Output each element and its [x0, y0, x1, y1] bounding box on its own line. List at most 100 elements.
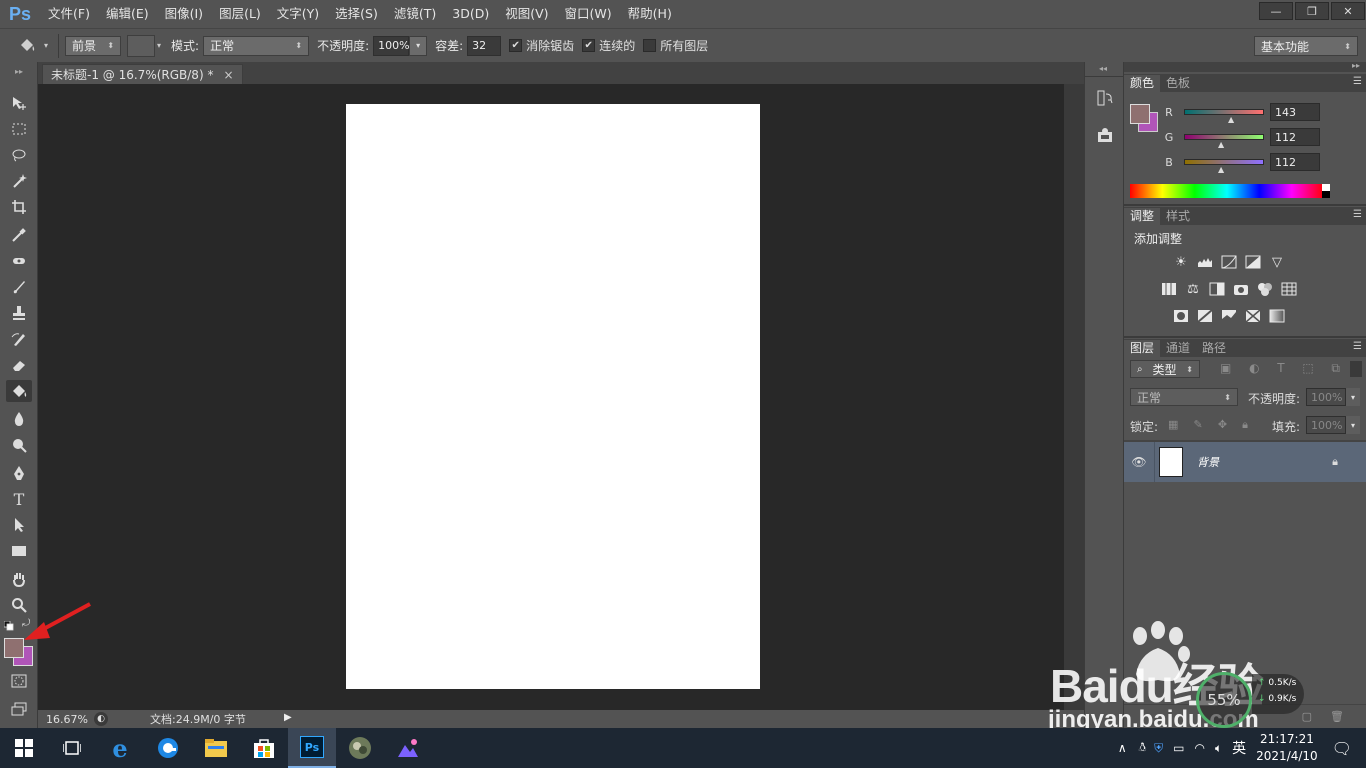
layer-opacity-arrow-icon[interactable]: ▾ — [1346, 388, 1360, 406]
photos-app-icon[interactable] — [336, 728, 384, 768]
all-layers-checkbox[interactable]: 所有图层 — [643, 37, 708, 54]
status-icon[interactable]: ◐ — [94, 712, 108, 726]
tab-swatches[interactable]: 色板 — [1160, 75, 1196, 92]
brightness-icon[interactable]: ☀ — [1172, 254, 1190, 270]
windows-start-icon[interactable] — [0, 728, 48, 768]
image-editor-app-icon[interactable] — [384, 728, 432, 768]
white-swatch[interactable] — [1322, 184, 1330, 191]
tolerance-input[interactable]: 32 — [467, 35, 502, 56]
restore-button[interactable]: ❐ — [1295, 2, 1329, 20]
red-slider[interactable]: ▲ — [1176, 109, 1264, 124]
document-tab[interactable]: 未标题-1 @ 16.7%(RGB/8) * × — [42, 64, 243, 84]
tab-channels[interactable]: 通道 — [1160, 340, 1196, 357]
brush-tool-icon[interactable] — [6, 276, 32, 298]
file-explorer-icon[interactable] — [192, 728, 240, 768]
history-brush-tool-icon[interactable] — [6, 328, 32, 350]
filter-toggle[interactable] — [1350, 361, 1362, 377]
visibility-eye-icon[interactable]: 👁︎ — [1124, 455, 1154, 469]
menu-image[interactable]: 图像(I) — [157, 0, 211, 28]
panel-menu-icon[interactable]: ☰ — [1353, 209, 1362, 220]
black-swatch[interactable] — [1322, 191, 1330, 198]
properties-panel-icon[interactable] — [1095, 126, 1115, 146]
lasso-tool-icon[interactable] — [6, 144, 32, 166]
panel-menu-icon[interactable]: ☰ — [1353, 341, 1362, 352]
menu-edit[interactable]: 编辑(E) — [98, 0, 157, 28]
path-selection-tool-icon[interactable] — [6, 514, 32, 536]
hand-tool-icon[interactable] — [6, 568, 32, 590]
lock-pixels-icon[interactable]: ✎ — [1194, 418, 1203, 432]
qq-icon[interactable]: 🐧︎ — [1139, 740, 1146, 756]
contiguous-checkbox[interactable]: ✔ 连续的 — [582, 37, 635, 54]
red-value-input[interactable]: 143 — [1270, 103, 1320, 121]
minimize-button[interactable]: — — [1259, 2, 1293, 20]
green-slider[interactable]: ▲ — [1176, 134, 1264, 149]
volume-icon[interactable]: 🔈︎ — [1215, 741, 1222, 756]
selective-color-icon[interactable] — [1244, 308, 1262, 324]
network-speed-gauge[interactable]: 55% — [1196, 672, 1252, 728]
menu-layer[interactable]: 图层(L) — [211, 0, 269, 28]
battery-icon[interactable]: ▭ — [1173, 741, 1184, 755]
clone-stamp-tool-icon[interactable] — [6, 302, 32, 324]
panel-menu-icon[interactable]: ☰ — [1353, 76, 1362, 87]
layer-row-background[interactable]: 👁︎ 背景 🔒︎ — [1124, 442, 1366, 482]
collapse-dock-icon[interactable]: ◂◂ — [1099, 64, 1107, 73]
ime-indicator[interactable]: 英 — [1232, 738, 1246, 758]
opacity-input[interactable]: 100% — [373, 35, 410, 56]
layer-opacity-input[interactable]: 100% — [1306, 388, 1346, 406]
collapse-panels-icon[interactable]: ▸▸ — [1352, 61, 1360, 70]
blend-mode-select[interactable]: 正常 ⬍ — [1130, 388, 1238, 406]
clock[interactable]: 21:17:21 2021/4/10 — [1256, 731, 1318, 765]
channel-mixer-icon[interactable] — [1256, 281, 1274, 297]
color-spectrum-bar[interactable] — [1130, 184, 1324, 198]
workspace-select[interactable]: 基本功能 ⬍ — [1254, 36, 1358, 56]
blue-value-input[interactable]: 112 — [1270, 153, 1320, 171]
lock-position-icon[interactable]: ✥ — [1218, 418, 1227, 432]
type-filter-icon[interactable]: T — [1277, 361, 1284, 377]
color-balance-icon[interactable]: ⚖ — [1184, 281, 1202, 297]
close-button[interactable]: ✕ — [1331, 2, 1365, 20]
type-tool-icon[interactable]: T — [6, 488, 32, 510]
history-panel-icon[interactable] — [1095, 88, 1115, 108]
blue-slider[interactable]: ▲ — [1176, 159, 1264, 174]
levels-icon[interactable] — [1196, 254, 1214, 270]
green-value-input[interactable]: 112 — [1270, 128, 1320, 146]
tab-color[interactable]: 颜色 — [1124, 75, 1161, 92]
dodge-tool-icon[interactable] — [6, 434, 32, 456]
adjustment-filter-icon[interactable]: ◐ — [1249, 361, 1259, 377]
menu-select[interactable]: 选择(S) — [327, 0, 386, 28]
vertical-scrollbar[interactable] — [1064, 84, 1084, 710]
foreground-color-swatch[interactable] — [4, 638, 24, 658]
pen-tool-icon[interactable] — [6, 462, 32, 484]
status-menu-arrow-icon[interactable]: ▶ — [284, 712, 292, 723]
marquee-tool-icon[interactable] — [6, 118, 32, 140]
menu-help[interactable]: 帮助(H) — [620, 0, 680, 28]
canvas[interactable] — [346, 104, 760, 689]
close-tab-icon[interactable]: × — [223, 68, 233, 82]
zoom-level[interactable]: 16.67% — [46, 713, 90, 726]
photo-filter-icon[interactable] — [1232, 281, 1250, 297]
paint-bucket-tool-icon[interactable] — [6, 380, 32, 402]
menu-view[interactable]: 视图(V) — [497, 0, 556, 28]
quick-mask-icon[interactable] — [6, 670, 32, 692]
magic-wand-tool-icon[interactable] — [6, 170, 32, 192]
antialias-checkbox[interactable]: ✔ 消除锯齿 — [509, 37, 574, 54]
security-shield-icon[interactable]: ⛨ — [1154, 741, 1163, 756]
exposure-icon[interactable] — [1244, 254, 1262, 270]
store-icon[interactable] — [240, 728, 288, 768]
smart-object-filter-icon[interactable]: ⧉ — [1331, 361, 1340, 377]
lock-all-icon[interactable]: 🔒︎ — [1242, 418, 1248, 432]
tab-styles[interactable]: 样式 — [1160, 208, 1196, 225]
invert-icon[interactable] — [1172, 308, 1190, 324]
lock-transparency-icon[interactable]: ▦ — [1168, 418, 1178, 432]
layer-filter-type-select[interactable]: ⌕ 类型 ⬍ — [1130, 360, 1200, 378]
notification-icon[interactable]: 🗨︎ — [1332, 739, 1352, 758]
spot-healing-tool-icon[interactable] — [6, 250, 32, 272]
menu-window[interactable]: 窗口(W) — [557, 0, 620, 28]
default-colors-icon[interactable] — [3, 620, 14, 631]
menu-file[interactable]: 文件(F) — [40, 0, 98, 28]
pattern-picker[interactable] — [127, 34, 156, 57]
move-tool-icon[interactable] — [6, 92, 32, 114]
paint-bucket-preset-icon[interactable] — [10, 32, 44, 60]
show-hidden-icons-icon[interactable]: ∧ — [1118, 741, 1127, 755]
eyedropper-tool-icon[interactable] — [6, 224, 32, 246]
